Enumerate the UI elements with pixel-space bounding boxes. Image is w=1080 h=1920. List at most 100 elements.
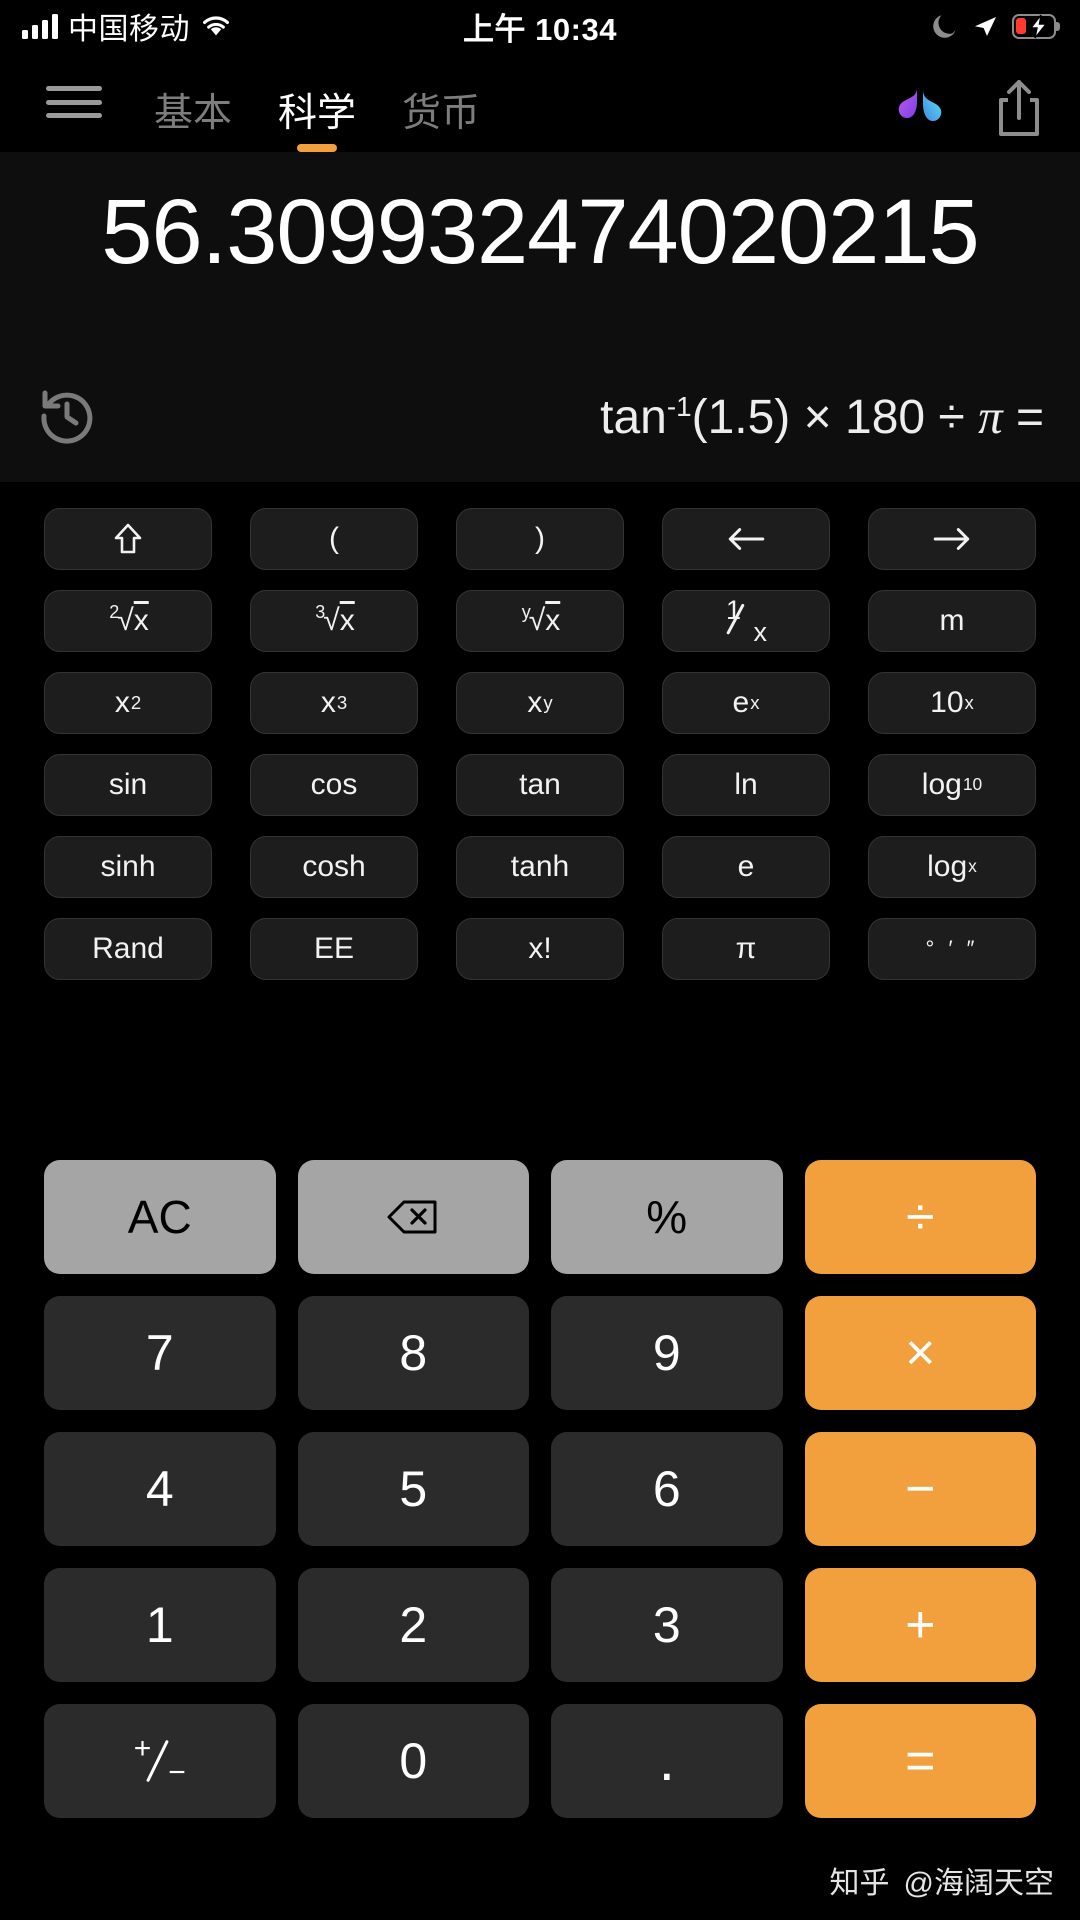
scientific-keypad: ( ) 2√x 3√x y√x 1 x m x 2 x 3 x y e x 10… — [0, 508, 1080, 1128]
main-keypad: AC % ÷ 7 8 9 × 4 5 6 − 1 2 3 + + − 0 . = — [0, 1160, 1080, 1840]
decimal-point-key[interactable]: . — [551, 1704, 783, 1818]
sin-key[interactable]: sin — [44, 754, 212, 816]
sign-toggle-key[interactable]: + − — [44, 1704, 276, 1818]
square-root-glyph: 2√x — [109, 602, 149, 637]
tab-currency[interactable]: 货币 — [396, 74, 486, 152]
cos-label: cos — [310, 768, 358, 801]
x-power-y-exp: y — [543, 691, 553, 713]
divide-key[interactable]: ÷ — [804, 1160, 1036, 1274]
nth-root-key[interactable]: y√x — [456, 590, 624, 652]
factorial-label: x! — [528, 932, 552, 965]
backspace-key[interactable] — [297, 1160, 529, 1274]
tan-key[interactable]: tan — [456, 754, 624, 816]
open-paren-label: ( — [329, 522, 339, 555]
decimal-point-label: . — [658, 1728, 675, 1794]
rand-key[interactable]: Rand — [44, 918, 212, 980]
keypad-row-1: AC % ÷ — [44, 1160, 1036, 1274]
degrees-minutes-seconds-key[interactable]: ° ′ ″ — [868, 918, 1036, 980]
multiply-key[interactable]: × — [804, 1296, 1036, 1410]
digit-0-key[interactable]: 0 — [297, 1704, 529, 1818]
cosh-key[interactable]: cosh — [250, 836, 418, 898]
memory-key[interactable]: m — [868, 590, 1036, 652]
hamburger-menu-icon[interactable] — [46, 82, 102, 122]
digit-9-key[interactable]: 9 — [551, 1296, 783, 1410]
butterfly-logo-icon[interactable] — [890, 80, 958, 136]
location-arrow-icon — [975, 17, 996, 36]
tanh-label: tanh — [510, 850, 570, 883]
digit-7-key[interactable]: 7 — [44, 1296, 276, 1410]
digit-8-label: 8 — [399, 1325, 428, 1381]
tab-scientific[interactable]: 科学 — [272, 74, 362, 152]
digit-4-key[interactable]: 4 — [44, 1432, 276, 1546]
cursor-left-key[interactable] — [662, 508, 830, 570]
add-label: + — [905, 1596, 936, 1654]
memory-label: m — [939, 604, 965, 637]
tanh-key[interactable]: tanh — [456, 836, 624, 898]
cosh-label: cosh — [302, 850, 366, 883]
ee-key[interactable]: EE — [250, 918, 418, 980]
moon-icon — [933, 15, 956, 38]
shift-up-arrow-icon — [114, 523, 142, 554]
e-power-x-key[interactable]: ex — [662, 672, 830, 734]
digit-2-key[interactable]: 2 — [297, 1568, 529, 1682]
factorial-key[interactable]: x! — [456, 918, 624, 980]
logx-key[interactable]: log x — [868, 836, 1036, 898]
cursor-right-key[interactable] — [868, 508, 1036, 570]
ln-key[interactable]: ln — [662, 754, 830, 816]
reciprocal-key[interactable]: 1x — [662, 590, 830, 652]
shift-key[interactable] — [44, 508, 212, 570]
tab-currency-label: 货币 — [402, 92, 481, 135]
tan-label: tan — [519, 768, 561, 801]
pi-key[interactable]: π — [662, 918, 830, 980]
cos-key[interactable]: cos — [250, 754, 418, 816]
reciprocal-glyph: 1x — [726, 595, 767, 647]
subtract-key[interactable]: − — [804, 1432, 1036, 1546]
pi-label: π — [735, 932, 757, 965]
x-squared-key[interactable]: x2 — [44, 672, 212, 734]
digit-8-key[interactable]: 8 — [297, 1296, 529, 1410]
sci-row-5: sinh cosh tanh e log x — [44, 836, 1036, 898]
sinh-label: sinh — [100, 850, 156, 883]
battery-charging-low-icon — [1012, 13, 1060, 39]
digit-1-key[interactable]: 1 — [44, 1568, 276, 1682]
x-squared-base: x — [114, 686, 130, 719]
x-squared-exp: 2 — [130, 691, 142, 713]
ten-power-x-key[interactable]: 10 x — [868, 672, 1036, 734]
digit-7-label: 7 — [145, 1325, 174, 1381]
close-paren-key[interactable]: ) — [456, 508, 624, 570]
euler-e-key[interactable]: e — [662, 836, 830, 898]
ten-power-x-exp: x — [964, 691, 974, 713]
tab-basic[interactable]: 基本 — [148, 74, 238, 152]
equals-key[interactable]: = — [804, 1704, 1036, 1818]
all-clear-key[interactable]: AC — [44, 1160, 276, 1274]
share-icon[interactable] — [990, 76, 1048, 140]
log10-key[interactable]: log 10 — [868, 754, 1036, 816]
digit-6-key[interactable]: 6 — [551, 1432, 783, 1546]
multiply-label: × — [905, 1324, 936, 1382]
keypad-row-2: 7 8 9 × — [44, 1296, 1036, 1410]
percent-label: % — [646, 1191, 688, 1243]
cube-root-key[interactable]: 3√x — [250, 590, 418, 652]
keypad-row-3: 4 5 6 − — [44, 1432, 1036, 1546]
digit-5-key[interactable]: 5 — [297, 1432, 529, 1546]
digit-3-key[interactable]: 3 — [551, 1568, 783, 1682]
history-clock-icon[interactable] — [36, 385, 98, 447]
tab-scientific-label: 科学 — [278, 92, 357, 135]
ee-label: EE — [313, 932, 355, 965]
ln-label: ln — [734, 768, 758, 801]
sinh-key[interactable]: sinh — [44, 836, 212, 898]
plus-minus-glyph: + − — [133, 1732, 186, 1789]
x-cubed-exp: 3 — [336, 691, 348, 713]
x-cubed-key[interactable]: x3 — [250, 672, 418, 734]
display-area: 56.309932474020215 tan-1(1.5) × 180 ÷ π … — [0, 152, 1080, 482]
cube-root-glyph: 3√x — [315, 602, 355, 637]
square-root-key[interactable]: 2√x — [44, 590, 212, 652]
add-key[interactable]: + — [804, 1568, 1036, 1682]
x-power-y-base: x — [527, 686, 543, 719]
root-index-3: 3 — [315, 602, 326, 622]
x-power-y-key[interactable]: xy — [456, 672, 624, 734]
sci-row-3: x2 x3 xy ex 10 x — [44, 672, 1036, 734]
open-paren-key[interactable]: ( — [250, 508, 418, 570]
percent-key[interactable]: % — [551, 1160, 783, 1274]
digit-0-label: 0 — [399, 1733, 428, 1789]
